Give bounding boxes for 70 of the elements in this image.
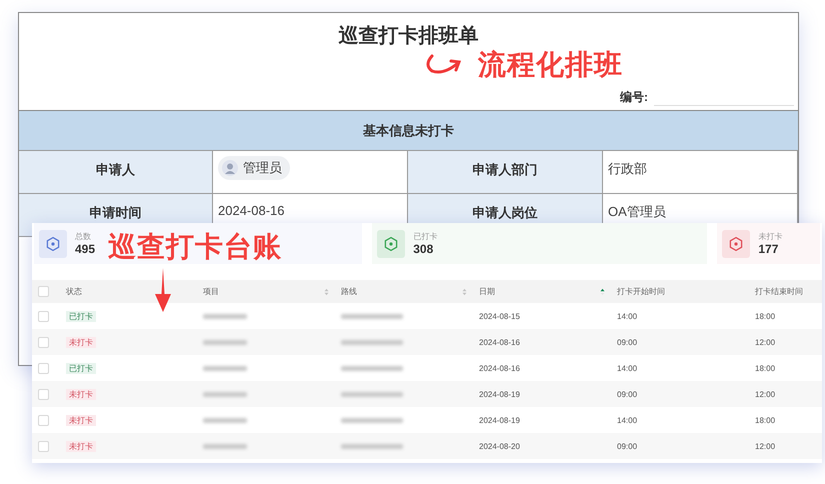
checkbox[interactable] <box>38 286 49 297</box>
table-cell: 14:00 <box>617 364 638 372</box>
field-value: 行政部 <box>608 160 647 178</box>
stat-value: 177 <box>758 242 780 256</box>
table-cell: 12:00 <box>755 442 776 450</box>
annotation-text: 巡查打卡台账 <box>108 230 282 264</box>
status-tag: 未打卡 <box>66 440 96 452</box>
field-value: 2024-08-16 <box>218 203 284 218</box>
table-cell: 09:00 <box>617 390 638 398</box>
blurred-text <box>341 314 403 318</box>
checkbox[interactable] <box>38 440 49 452</box>
checkbox[interactable] <box>38 362 49 374</box>
column-header[interactable]: 路线 <box>335 280 473 303</box>
field-label: 申请人岗位 <box>472 204 538 222</box>
table-cell: 14:00 <box>617 312 638 320</box>
table-cell: 12:00 <box>755 390 776 398</box>
blurred-text <box>203 366 247 370</box>
status-tag: 已打卡 <box>66 310 96 322</box>
checkbox[interactable] <box>38 414 49 426</box>
number-label: 编号: <box>620 89 648 106</box>
table-cell: 09:00 <box>617 338 638 346</box>
table-cell: 14:00 <box>617 416 638 424</box>
table-cell: 2024-08-19 <box>479 390 520 398</box>
field-label: 申请人部门 <box>472 161 538 179</box>
stat-label: 已打卡 <box>413 231 438 242</box>
table-cell: 18:00 <box>755 364 776 372</box>
blurred-text <box>203 392 247 396</box>
user-chip[interactable]: 管理员 <box>218 156 290 180</box>
blurred-text <box>341 392 403 396</box>
column-header[interactable]: 项目 <box>197 280 335 303</box>
column-header[interactable]: 打卡结束时间 <box>749 280 822 303</box>
stat-label: 未打卡 <box>758 231 782 242</box>
status-tag: 未打卡 <box>66 388 96 400</box>
blurred-text <box>341 444 403 448</box>
table-cell: 2024-08-19 <box>479 416 520 424</box>
status-tag: 未打卡 <box>66 336 96 348</box>
stat-label: 总数 <box>75 231 92 242</box>
column-header[interactable]: 日期 <box>473 280 611 303</box>
checkbox[interactable] <box>38 388 49 400</box>
field-value: OA管理员 <box>608 203 666 221</box>
form-title: 巡查打卡排班单 <box>338 24 480 49</box>
blurred-text <box>203 444 247 448</box>
field-label: 申请时间 <box>90 204 142 222</box>
table-cell: 12:00 <box>755 338 776 346</box>
blurred-text <box>203 418 247 422</box>
blurred-text <box>203 314 247 318</box>
table-cell: 2024-08-16 <box>479 338 520 346</box>
table-cell: 2024-08-15 <box>479 312 520 320</box>
blurred-text <box>341 340 403 344</box>
stat-value: 495 <box>75 242 96 256</box>
table-cell: 2024-08-20 <box>479 442 520 450</box>
table-cell: 18:00 <box>755 312 776 320</box>
status-tag: 已打卡 <box>66 362 96 374</box>
field-label: 申请人 <box>96 161 135 179</box>
checkbox[interactable] <box>38 336 49 348</box>
table-cell: 2024-08-16 <box>479 364 520 372</box>
checkbox[interactable] <box>38 310 49 322</box>
table-cell: 09:00 <box>617 442 638 450</box>
section-title: 基本信息未打卡 <box>363 122 454 140</box>
sort-icon[interactable] <box>600 288 605 296</box>
blurred-text <box>203 340 247 344</box>
blurred-text <box>341 366 403 370</box>
column-header[interactable]: 打卡开始时间 <box>611 280 749 303</box>
stat-value: 308 <box>413 242 434 256</box>
table-cell: 18:00 <box>755 416 776 424</box>
status-tag: 未打卡 <box>66 414 96 426</box>
avatar-icon <box>222 160 238 176</box>
blurred-text <box>341 418 403 422</box>
annotation-text: 流程化排班 <box>478 48 623 82</box>
column-header[interactable]: 状态 <box>60 280 197 303</box>
